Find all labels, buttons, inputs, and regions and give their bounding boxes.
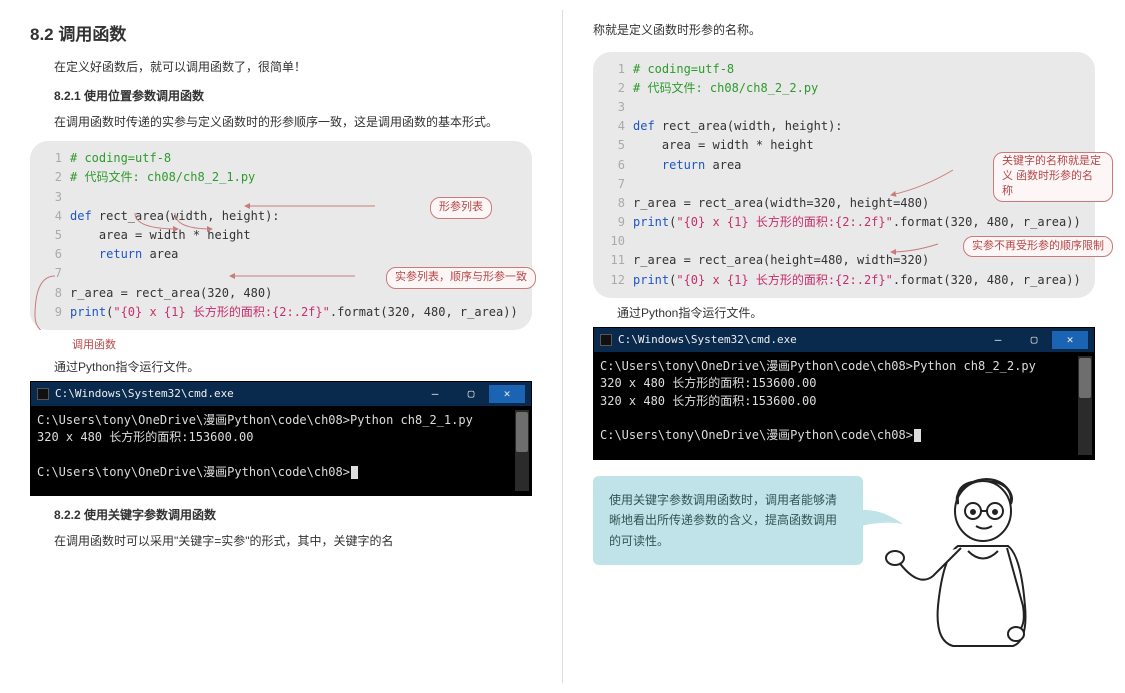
cmd-icon [600, 334, 612, 346]
intro-text: 在定义好函数后，就可以调用函数了，很简单！ [30, 57, 532, 79]
code-line: .format(320, 480, r_area)) [893, 271, 1081, 290]
code-line: area [705, 156, 741, 175]
window-close-button[interactable]: ✕ [1052, 331, 1088, 349]
code-line: ( [669, 271, 676, 290]
term-line: C:\Users\tony\OneDrive\漫画Python\code\ch0… [37, 413, 473, 427]
run-caption-1: 通过Python指令运行文件。 [30, 358, 532, 375]
code-kw: return [99, 245, 142, 264]
code-block-2: 1# coding=utf-8 2# 代码文件: ch08/ch8_2_2.py… [593, 52, 1095, 298]
cursor-icon [914, 429, 921, 442]
annotation-keyword-name: 关键字的名称就是定义 函数时形参的名称 [993, 152, 1113, 202]
code-line: r_area = rect_area(height=480, width=320… [633, 251, 929, 270]
code-line: area [142, 245, 178, 264]
term-line: C:\Users\tony\OneDrive\漫画Python\code\ch0… [600, 428, 913, 442]
code-kw: return [662, 156, 705, 175]
speech-text: 使用关键字参数调用函数时，调用者能够清晰地看出所传递参数的含义，提高函数调用的可… [609, 493, 837, 548]
term-line: 320 x 480 长方形的面积:153600.00 [600, 376, 817, 390]
code-line: # coding=utf-8 [70, 149, 171, 168]
run-caption-2: 通过Python指令运行文件。 [593, 304, 1095, 321]
terminal-scrollbar[interactable] [1078, 356, 1092, 455]
window-max-button[interactable]: ▢ [453, 385, 489, 403]
code-line: area = width * height [633, 136, 814, 155]
cursor-icon [351, 466, 358, 479]
left-page: 8.2 调用函数 在定义好函数后，就可以调用函数了，很简单！ 8.2.1 使用位… [0, 0, 562, 693]
continuation-text: 称就是定义函数时形参的名称。 [593, 20, 1095, 42]
terminal-titlebar: C:\Windows\System32\cmd.exe — ▢ ✕ [594, 328, 1094, 352]
terminal-title-text: C:\Windows\System32\cmd.exe [618, 333, 797, 346]
sub2-text: 在调用函数时可以采用"关键字=实参"的形式，其中，关键字的名 [30, 531, 532, 553]
code-str: "{0} x {1} 长方形的面积:{2:.2f}" [113, 303, 330, 322]
terminal-1: C:\Windows\System32\cmd.exe — ▢ ✕ C:\Use… [30, 381, 532, 497]
code-line: ( [669, 213, 676, 232]
terminal-titlebar: C:\Windows\System32\cmd.exe — ▢ ✕ [31, 382, 531, 406]
right-page: 称就是定义函数时形参的名称。 1# coding=utf-8 2# 代码文件: … [563, 0, 1125, 693]
section-heading: 8.2 调用函数 [30, 20, 532, 45]
term-line: C:\Users\tony\OneDrive\漫画Python\code\ch0… [600, 359, 1036, 373]
terminal-scrollbar[interactable] [515, 410, 529, 492]
code-line: ( [106, 303, 113, 322]
sub1-text: 在调用函数时传递的实参与定义函数时的形参顺序一致，这是调用函数的基本形式。 [30, 112, 532, 134]
code-line: r_area = rect_area(width=320, height=480… [633, 194, 929, 213]
subheading-8-2-2: 8.2.2 使用关键字参数调用函数 [30, 506, 532, 523]
speech-bubble: 使用关键字参数调用函数时，调用者能够清晰地看出所传递参数的含义，提高函数调用的可… [593, 476, 863, 565]
code-kw: def [70, 207, 92, 226]
term-line: 320 x 480 长方形的面积:153600.00 [37, 430, 254, 444]
code-line: r_area = rect_area(320, 480) [70, 284, 272, 303]
code-kw: print [70, 303, 106, 322]
code-block-1: 1# coding=utf-8 2# 代码文件: ch08/ch8_2_1.py… [30, 141, 532, 330]
code-line: # 代码文件: ch08/ch8_2_1.py [70, 168, 255, 187]
code-kw: print [633, 213, 669, 232]
term-line: C:\Users\tony\OneDrive\漫画Python\code\ch0… [37, 465, 350, 479]
code-kw: print [633, 271, 669, 290]
terminal-body: C:\Users\tony\OneDrive\漫画Python\code\ch0… [594, 352, 1094, 459]
code-line: # coding=utf-8 [633, 60, 734, 79]
annotation-actual-params: 实参列表，顺序与形参一致 [386, 267, 536, 289]
code-line: .format(320, 480, r_area)) [893, 213, 1081, 232]
terminal-2: C:\Windows\System32\cmd.exe — ▢ ✕ C:\Use… [593, 327, 1095, 460]
window-max-button[interactable]: ▢ [1016, 331, 1052, 349]
window-min-button[interactable]: — [980, 331, 1016, 349]
window-close-button[interactable]: ✕ [489, 385, 525, 403]
annotation-formal-params: 形参列表 [430, 197, 492, 219]
terminal-title-text: C:\Windows\System32\cmd.exe [55, 387, 234, 400]
speech-tail-icon [853, 506, 903, 536]
code-str: "{0} x {1} 长方形的面积:{2:.2f}" [676, 271, 893, 290]
code-line: area = width * height [70, 226, 251, 245]
terminal-body: C:\Users\tony\OneDrive\漫画Python\code\ch0… [31, 406, 531, 496]
code-indent [633, 156, 662, 175]
cmd-icon [37, 388, 49, 400]
window-min-button[interactable]: — [417, 385, 453, 403]
code-line: .format(320, 480, r_area)) [330, 303, 518, 322]
subheading-8-2-1: 8.2.1 使用位置参数调用函数 [30, 87, 532, 104]
code-line: # 代码文件: ch08/ch8_2_2.py [633, 79, 818, 98]
code-line: rect_area(width, height): [92, 207, 280, 226]
call-function-label: 调用函数 [72, 336, 532, 352]
illustration-row: 使用关键字参数调用函数时，调用者能够清晰地看出所传递参数的含义，提高函数调用的可… [593, 476, 1095, 676]
annotation-order-free: 实参不再受形参的顺序限制 [963, 236, 1113, 258]
code-line: rect_area(width, height): [655, 117, 843, 136]
term-line: 320 x 480 长方形的面积:153600.00 [600, 394, 817, 408]
code-indent [70, 245, 99, 264]
code-kw: def [633, 117, 655, 136]
code-str: "{0} x {1} 长方形的面积:{2:.2f}" [676, 213, 893, 232]
